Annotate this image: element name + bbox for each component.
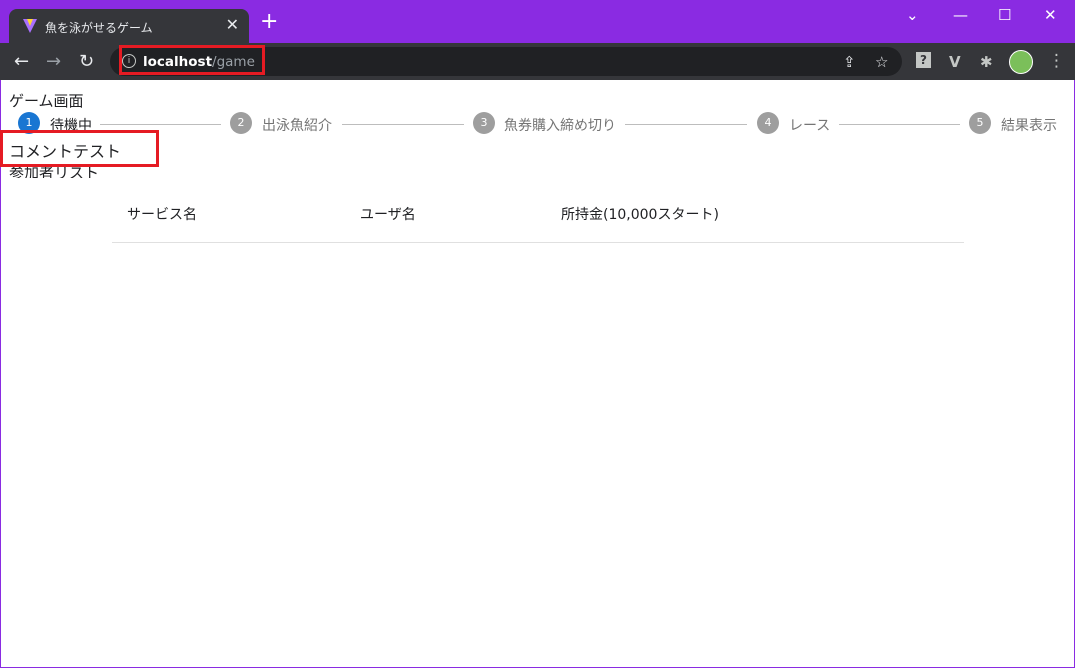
new-tab-button[interactable]: +: [260, 11, 278, 33]
column-header-user[interactable]: ユーザ名: [360, 204, 416, 224]
bookmark-star-icon[interactable]: ☆: [875, 53, 888, 71]
step-5-label: 結果表示: [1001, 118, 1057, 134]
column-header-service[interactable]: サービス名: [127, 204, 197, 224]
browser-title-bar: 魚を泳がせるゲーム ✕ + ⌄ — ☐ ✕: [0, 0, 1075, 43]
extensions-puzzle-icon[interactable]: ✱: [980, 53, 993, 71]
tab-close-icon[interactable]: ✕: [226, 15, 239, 34]
step-connector: [625, 124, 747, 125]
step-connector: [839, 124, 960, 125]
step-2-label: 出泳魚紹介: [262, 118, 332, 134]
step-3-circle: 3: [473, 112, 495, 134]
profile-avatar[interactable]: [1009, 50, 1033, 74]
share-icon[interactable]: ⇪: [843, 53, 856, 71]
tab-search-icon[interactable]: ⌄: [906, 6, 919, 24]
step-connector: [100, 124, 221, 125]
close-window-button[interactable]: ✕: [1044, 6, 1057, 24]
url-highlight-box: [119, 45, 265, 75]
browser-menu-icon[interactable]: ⋮: [1048, 51, 1065, 71]
step-3-label: 魚券購入締め切り: [504, 118, 616, 134]
step-4-circle: 4: [757, 112, 779, 134]
vue-extension-icon[interactable]: V: [949, 53, 961, 71]
page-viewport: [0, 80, 1075, 668]
step-2-circle: 2: [230, 112, 252, 134]
help-extension-icon[interactable]: ?: [916, 52, 931, 68]
step-5-circle: 5: [969, 112, 991, 134]
participant-table: サービス名 ユーザ名 所持金(10,000スタート): [112, 192, 964, 243]
comment-highlight-box: [0, 130, 159, 167]
maximize-button[interactable]: ☐: [998, 6, 1011, 24]
step-4-label: レース: [789, 118, 831, 134]
tab-title: 魚を泳がせるゲーム: [45, 21, 153, 35]
game-stepper: 1 待機中 2 出泳魚紹介 3 魚券購入締め切り 4 レース 5 結果表示: [0, 112, 1075, 138]
minimize-button[interactable]: —: [953, 6, 968, 24]
forward-icon[interactable]: →: [46, 51, 61, 72]
browser-tab[interactable]: 魚を泳がせるゲーム ✕: [9, 9, 249, 43]
page-title: ゲーム画面: [9, 92, 84, 110]
step-connector: [342, 124, 464, 125]
column-header-balance[interactable]: 所持金(10,000スタート): [561, 204, 719, 224]
back-icon[interactable]: ←: [14, 51, 29, 72]
vite-logo-icon: [23, 19, 37, 33]
reload-icon[interactable]: ↻: [79, 51, 94, 72]
